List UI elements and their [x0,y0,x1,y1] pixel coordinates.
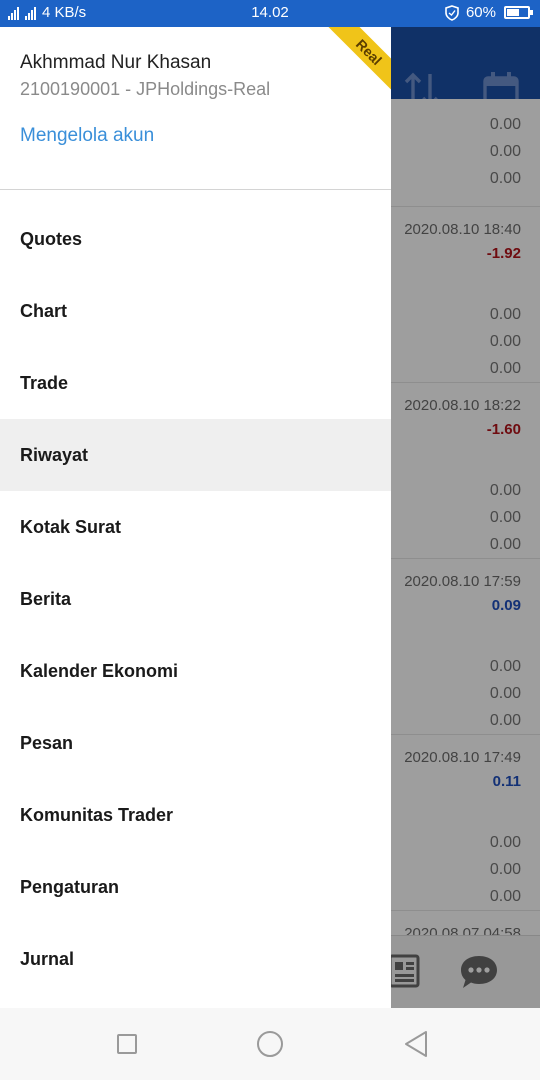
back-icon[interactable] [403,1030,429,1058]
menu-item-trade[interactable]: Trade [0,347,391,419]
badge-label: Real [325,27,391,96]
system-nav-bar [0,1008,540,1080]
account-name: Akhmmad Nur Khasan [20,52,212,73]
manage-account-link[interactable]: Mengelola akun [20,125,154,147]
account-id: 2100190001 - JPHoldings-Real [20,79,271,99]
menu-item-riwayat[interactable]: Riwayat [0,419,391,491]
menu-item-chart[interactable]: Chart [0,275,391,347]
navigation-drawer: Akhmmad Nur Khasan 2100190001 - JPHoldin… [0,27,391,1008]
drawer-menu: Quotes Chart Trade Riwayat Kotak Surat Berita… [0,203,391,995]
menu-item-jurnal[interactable]: Jurnal [0,923,391,995]
menu-item-pengaturan[interactable]: Pengaturan [0,851,391,923]
status-right: 60% [444,4,533,21]
divider [0,189,391,190]
menu-item-pesan[interactable]: Pesan [0,707,391,779]
menu-item-komunitas-trader[interactable]: Komunitas Trader [0,779,391,851]
menu-item-kalender-ekonomi[interactable]: Kalender Ekonomi [0,635,391,707]
battery-fill [507,9,519,16]
battery-percent: 60% [465,4,496,21]
menu-item-kotak-surat[interactable]: Kotak Surat [0,491,391,563]
menu-item-berita[interactable]: Berita [0,563,391,635]
status-bar: 4 KB/s 14.02 60% [0,0,540,27]
account-type-badge: Real [319,27,391,99]
recent-apps-icon[interactable] [117,1034,137,1054]
shield-icon [445,4,459,21]
home-icon[interactable] [257,1031,283,1057]
menu-item-quotes[interactable]: Quotes [0,203,391,275]
battery-icon [504,6,533,19]
